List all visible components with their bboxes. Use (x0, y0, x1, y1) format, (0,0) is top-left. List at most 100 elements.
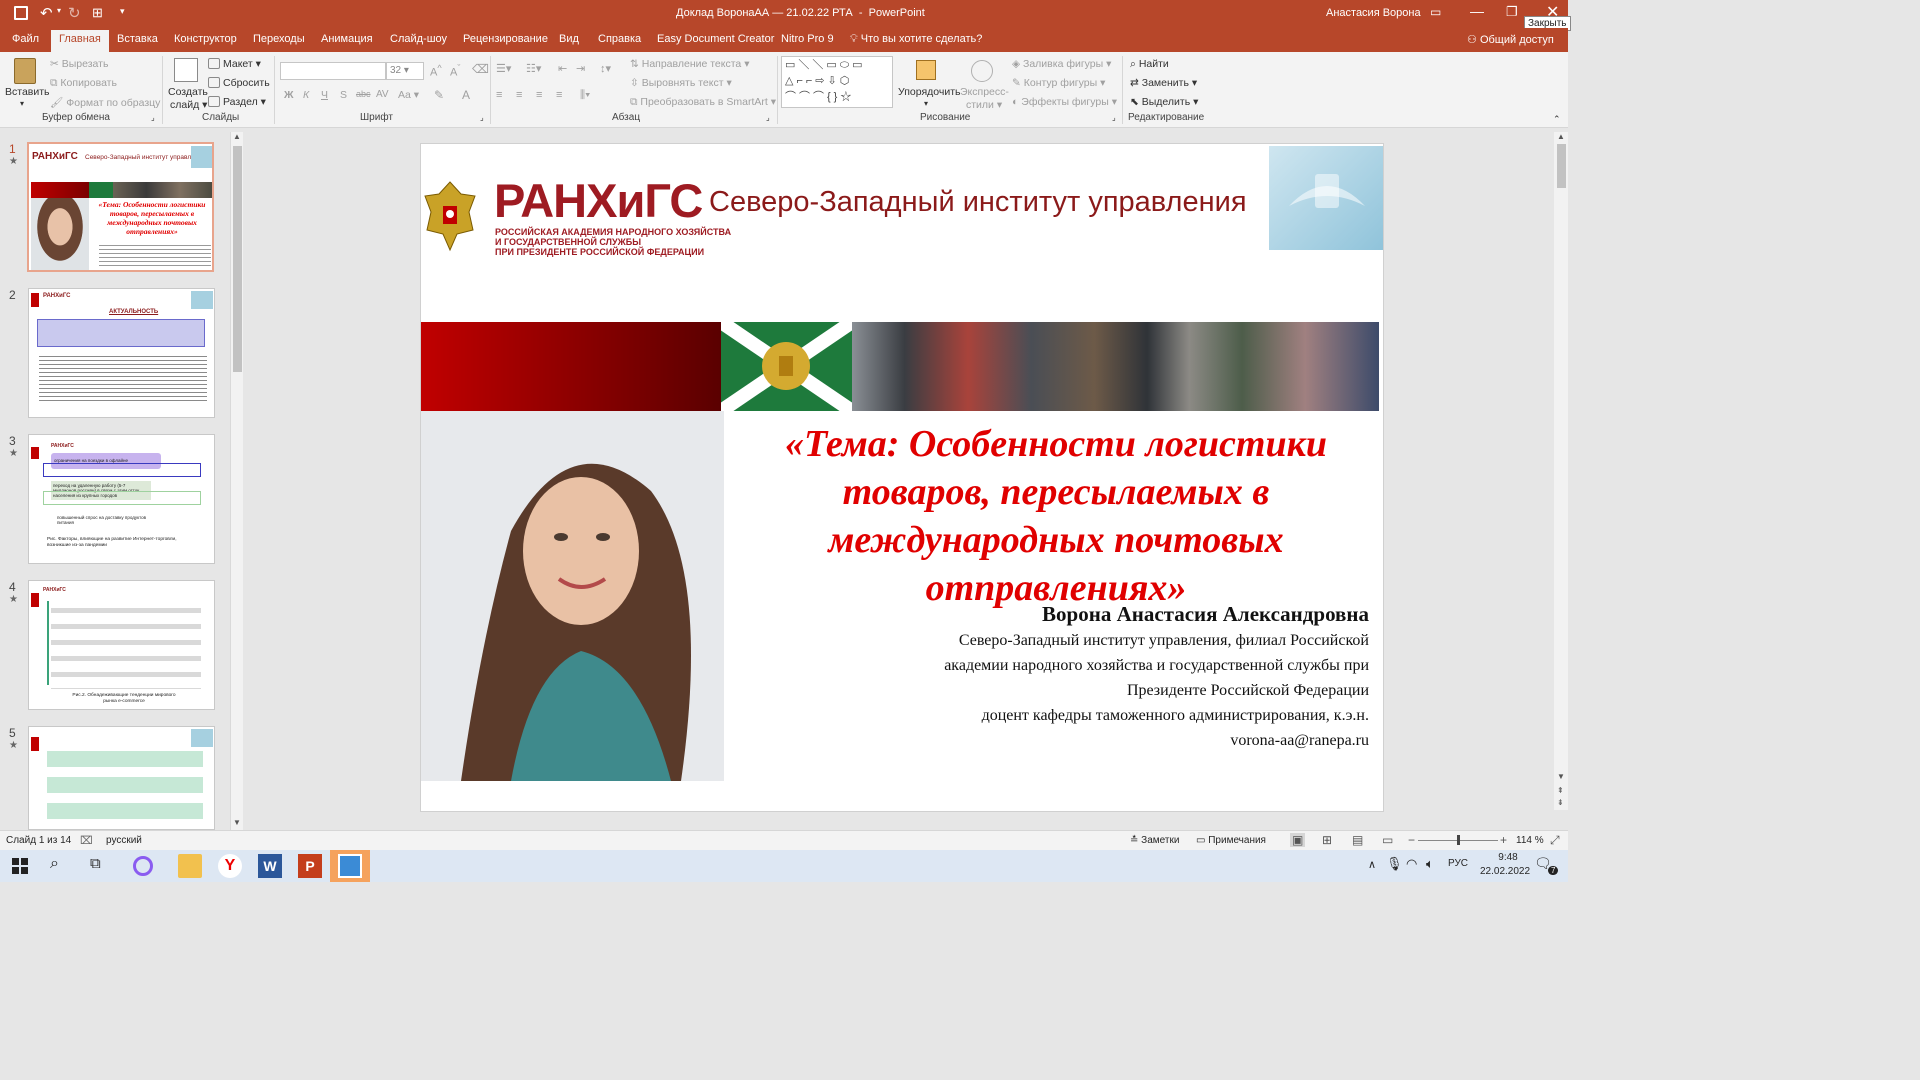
replace-button[interactable]: ⇄ Заменить ▾ (1130, 77, 1197, 89)
next-slide-icon[interactable]: ⇟ (1557, 798, 1564, 807)
strikethrough-button[interactable]: abc (356, 89, 371, 99)
mic-icon[interactable]: 🎙︎ (1386, 856, 1403, 872)
notes-button[interactable]: ≛ Заметки (1130, 835, 1179, 846)
tab-slideshow[interactable]: Слайд-шоу (390, 33, 447, 45)
reading-view-icon[interactable]: ▤ (1352, 833, 1363, 847)
slide-canvas[interactable]: РАНХиГС РОССИЙСКАЯ АКАДЕМИЯ НАРОДНОГО ХО… (420, 143, 1384, 812)
tab-animation[interactable]: Анимация (321, 33, 373, 45)
input-language[interactable]: РУС (1448, 858, 1468, 869)
tab-insert[interactable]: Вставка (117, 33, 158, 45)
cortana-icon[interactable] (133, 856, 153, 876)
paragraph-dialog-launcher-icon[interactable]: ⌟ (766, 113, 770, 122)
scroll-thumb[interactable] (233, 146, 242, 372)
justify-icon[interactable]: ≡ (556, 89, 562, 101)
shrink-font-icon[interactable]: Aˇ (450, 63, 460, 79)
thumbnail-slide-5[interactable] (28, 726, 215, 830)
text-direction-button[interactable]: ⇅ Направление текста ▾ (630, 58, 749, 70)
scroll-thumb[interactable] (1557, 144, 1566, 188)
change-case-button[interactable]: Aa ▾ (398, 89, 419, 101)
redo-icon[interactable]: ↻ (68, 4, 81, 22)
scroll-down-icon[interactable]: ▼ (1557, 772, 1565, 781)
highlight-icon[interactable]: ✎ (434, 88, 444, 102)
slide-sorter-icon[interactable]: ⊞ (1322, 833, 1332, 847)
tab-view[interactable]: Вид (559, 33, 579, 45)
screenshot-app-icon[interactable] (338, 854, 362, 878)
comments-button[interactable]: ▭ Примечания (1196, 835, 1266, 846)
wifi-icon[interactable]: ◠ (1406, 856, 1417, 872)
collapse-ribbon-icon[interactable]: ⌃ (1553, 114, 1561, 125)
spellcheck-icon[interactable]: ⌧ (80, 834, 93, 847)
tab-file[interactable]: Файл (12, 33, 39, 45)
file-explorer-icon[interactable] (178, 854, 202, 878)
powerpoint-icon[interactable]: P (298, 854, 322, 878)
tab-nitro[interactable]: Nitro Pro 9 (781, 33, 834, 45)
slideshow-view-icon[interactable]: ▭ (1382, 833, 1393, 847)
find-button[interactable]: ⌕ Найти (1130, 58, 1169, 71)
font-dialog-launcher-icon[interactable]: ⌟ (480, 113, 484, 122)
undo-icon[interactable]: ↶ (40, 4, 53, 22)
select-button[interactable]: ⬉ Выделить ▾ (1130, 96, 1198, 108)
user-name[interactable]: Анастасия Ворона (1326, 7, 1421, 19)
clock-time[interactable]: 9:48 (1488, 852, 1528, 863)
word-icon[interactable]: W (258, 854, 282, 878)
windows-start-icon[interactable] (12, 858, 28, 874)
thumbnail-slide-3[interactable]: РАНХиГС ограничения на поездки в офлайне… (28, 434, 215, 564)
tab-review[interactable]: Рецензирование (463, 33, 548, 45)
zoom-in-icon[interactable]: + (1500, 833, 1507, 847)
bold-button[interactable]: Ж (284, 89, 294, 101)
font-size-combo[interactable]: 32 ▾ (386, 62, 424, 80)
author-block[interactable]: Ворона Анастасия Александровна Северо-За… (861, 600, 1369, 753)
volume-icon[interactable]: 🔈︎ (1426, 856, 1434, 872)
fit-slide-icon[interactable]: ⤢ (1550, 833, 1560, 848)
columns-icon[interactable]: ⫼▾ (580, 89, 590, 102)
decrease-indent-icon[interactable]: ⇤ (558, 62, 567, 75)
minimize-icon[interactable]: — (1470, 3, 1484, 19)
tab-home[interactable]: Главная (51, 30, 109, 52)
save-icon[interactable] (14, 6, 28, 20)
reset-button[interactable]: Сбросить (208, 77, 270, 89)
tab-transitions[interactable]: Переходы (253, 33, 305, 45)
tab-help[interactable]: Справка (598, 33, 641, 45)
copy-button[interactable]: ⧉ Копировать (50, 77, 117, 90)
format-painter-button[interactable]: 🖌︎ Формат по образцу (50, 96, 160, 109)
shape-outline-button[interactable]: ✎ Контур фигуры ▾ (1012, 77, 1105, 89)
tray-chevron-icon[interactable]: ∧ (1368, 858, 1376, 871)
ribbon-display-icon[interactable]: ▭ (1430, 5, 1441, 19)
drawing-dialog-launcher-icon[interactable]: ⌟ (1112, 113, 1116, 122)
yandex-browser-icon[interactable]: Y (218, 854, 242, 878)
thumbnail-slide-1[interactable]: РАНХиГС Северо-Западный институт управле… (27, 142, 214, 272)
scroll-up-icon[interactable]: ▲ (233, 132, 241, 141)
underline-button[interactable]: Ч (321, 89, 328, 101)
char-spacing-icon[interactable]: AV (376, 89, 389, 100)
shapes-gallery[interactable]: ▭＼＼▭⬭▭ △⌐⌐⇨⇩⬡ ⌒⌒⌒{}☆ (781, 56, 893, 108)
thumbnails-scrollbar[interactable]: ▲ ▼ (230, 132, 243, 830)
normal-view-icon[interactable]: ▣ (1290, 833, 1306, 847)
zoom-out-icon[interactable]: − (1408, 833, 1415, 847)
thumbnail-slide-2[interactable]: РАНХиГС АКТУАЛЬНОСТЬ (28, 288, 215, 418)
section-button[interactable]: Раздел ▾ (208, 96, 266, 108)
dialog-launcher-icon[interactable]: ⌟ (151, 113, 155, 122)
zoom-level[interactable]: 114 % (1516, 835, 1544, 846)
grow-font-icon[interactable]: A^ (430, 63, 442, 79)
layout-button[interactable]: Макет ▾ (208, 58, 261, 70)
paste-button[interactable]: Вставить ▾ (4, 56, 50, 112)
align-text-button[interactable]: ⇳ Выровнять текст ▾ (630, 77, 732, 89)
convert-smartart-button[interactable]: ⧉ Преобразовать в SmartArt ▾ (630, 96, 776, 109)
zoom-slider-thumb[interactable] (1457, 835, 1460, 845)
language-indicator[interactable]: русский (106, 835, 142, 846)
tab-design[interactable]: Конструктор (174, 33, 237, 45)
line-spacing-icon[interactable]: ↕▾ (600, 62, 611, 75)
italic-button[interactable]: К (303, 89, 309, 101)
increase-indent-icon[interactable]: ⇥ (576, 62, 585, 75)
share-button[interactable]: ⚇ Общий доступ (1467, 33, 1554, 46)
align-left-icon[interactable]: ≡ (496, 89, 502, 101)
undo-dropdown-icon[interactable]: ▾ (57, 6, 61, 15)
tell-me-box[interactable]: 💡︎ Что вы хотите сделать? (850, 33, 982, 46)
font-color-icon[interactable]: A (462, 88, 470, 102)
new-slide-button[interactable]: Создать слайд ▾ (166, 56, 208, 114)
task-view-icon[interactable]: ⧉ (90, 855, 101, 872)
clock-date[interactable]: 22.02.2022 (1480, 866, 1530, 877)
align-center-icon[interactable]: ≡ (516, 89, 522, 101)
shape-effects-button[interactable]: ◐ Эффекты фигуры ▾ (1012, 96, 1117, 108)
customize-qat-icon[interactable]: ▾ (120, 6, 125, 17)
